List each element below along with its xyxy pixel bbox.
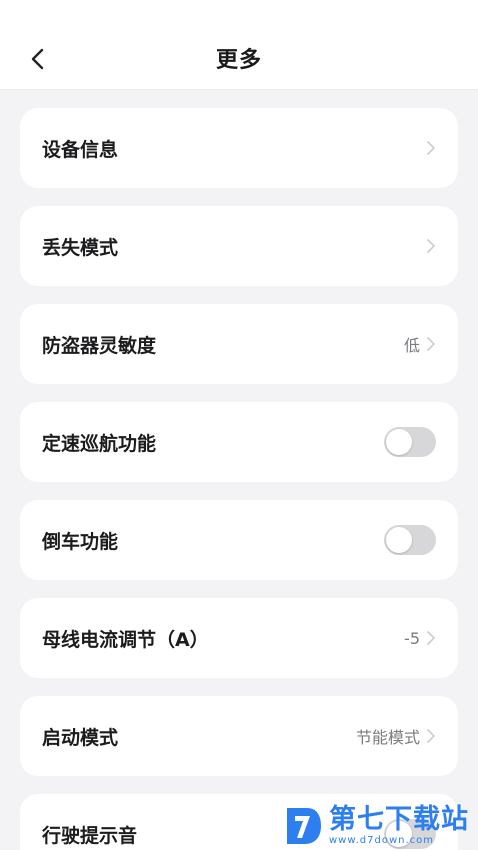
chevron-right-icon <box>426 630 436 646</box>
setting-label: 母线电流调节（A） <box>42 628 209 651</box>
setting-reverse: 倒车功能 <box>20 500 458 580</box>
setting-label: 设备信息 <box>42 138 119 161</box>
toggle-knob <box>386 429 412 455</box>
setting-label: 定速巡航功能 <box>42 432 157 455</box>
setting-label: 防盗器灵敏度 <box>42 334 157 357</box>
toggle-knob <box>386 527 412 553</box>
chevron-right-icon <box>426 336 436 352</box>
setting-bus-current[interactable]: 母线电流调节（A） -5 <box>20 598 458 678</box>
setting-value: 低 <box>403 336 420 355</box>
setting-label: 丢失模式 <box>42 236 119 259</box>
chevron-right-icon <box>426 238 436 254</box>
setting-alarm-sensitivity[interactable]: 防盗器灵敏度 低 <box>20 304 458 384</box>
watermark-url: www.d7down.com <box>329 835 435 846</box>
watermark: 第七下载站 www.d7down.com <box>283 802 478 850</box>
setting-label: 倒车功能 <box>42 530 119 553</box>
setting-device-info[interactable]: 设备信息 <box>20 108 458 188</box>
settings-list: 设备信息 丢失模式 防盗器灵敏度 低 定速巡航功能 倒车功能 母线电流调节（A）… <box>20 108 458 850</box>
chevron-right-icon <box>426 140 436 156</box>
setting-start-mode[interactable]: 启动模式 节能模式 <box>20 696 458 776</box>
top-bar: 更多 <box>0 0 478 90</box>
chevron-right-icon <box>426 728 436 744</box>
setting-lost-mode[interactable]: 丢失模式 <box>20 206 458 286</box>
more-settings-screen: 更多 设备信息 丢失模式 防盗器灵敏度 低 定速巡航功能 倒车功能 母线电流调节… <box>0 0 478 850</box>
setting-cruise-control: 定速巡航功能 <box>20 402 458 482</box>
cruise-control-toggle[interactable] <box>384 427 436 457</box>
d7-logo-icon <box>283 804 323 848</box>
reverse-toggle[interactable] <box>384 525 436 555</box>
page-title: 更多 <box>215 48 262 73</box>
watermark-name: 第七下载站 <box>329 804 469 835</box>
setting-value: 节能模式 <box>355 728 420 747</box>
setting-value: -5 <box>404 628 420 648</box>
setting-label: 启动模式 <box>42 726 119 749</box>
